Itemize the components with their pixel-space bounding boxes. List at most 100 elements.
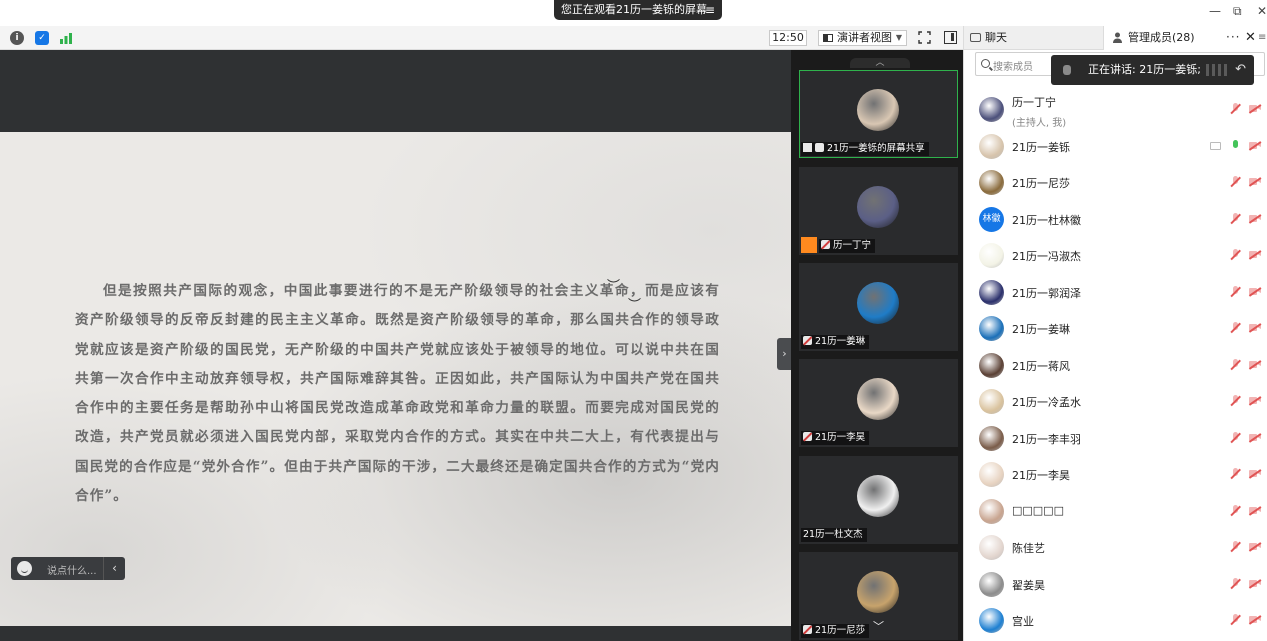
avatar bbox=[979, 316, 1004, 341]
shared-screen-area: 但是按照共产国际的观念，中国此事要进行的不是无产阶级领导的社会主义革命，而是应该… bbox=[0, 50, 791, 641]
expand-strip-handle[interactable]: › bbox=[777, 338, 792, 370]
camera-off-icon[interactable] bbox=[1248, 396, 1262, 406]
member-row[interactable]: □□□□□ bbox=[975, 493, 1265, 529]
close-panel-button[interactable]: ✕ bbox=[1245, 26, 1256, 49]
camera-off-icon[interactable] bbox=[1248, 213, 1262, 223]
strip-scroll-up-icon[interactable]: ︿ bbox=[850, 58, 910, 68]
avatar bbox=[857, 89, 899, 131]
microphone-muted-icon[interactable] bbox=[1230, 614, 1241, 626]
member-row[interactable]: 历一丁宁 (主持人, 我) bbox=[975, 91, 1265, 129]
member-row[interactable]: 21历一李丰羽 bbox=[975, 420, 1265, 456]
avatar bbox=[979, 571, 1004, 597]
layout-icon bbox=[823, 34, 833, 42]
member-row[interactable]: 宫业 bbox=[975, 602, 1265, 638]
camera-off-icon[interactable] bbox=[1248, 177, 1262, 187]
video-tile-name: 21历一姜琳 bbox=[815, 336, 866, 347]
microphone-muted-icon bbox=[803, 336, 812, 345]
microphone-muted-icon[interactable] bbox=[1230, 322, 1241, 334]
member-row[interactable]: 21历一蒋风 bbox=[975, 347, 1265, 383]
viewing-banner-text: 您正在观看21历一姜铄的屏幕 bbox=[561, 3, 707, 16]
microphone-muted-icon[interactable] bbox=[1230, 504, 1241, 517]
restore-button[interactable]: ⧉ bbox=[1233, 4, 1242, 19]
presentation-slide: 但是按照共产国际的观念，中国此事要进行的不是无产阶级领导的社会主义革命，而是应该… bbox=[0, 132, 791, 626]
shield-icon[interactable]: ✓ bbox=[35, 31, 49, 45]
collapse-chat-icon[interactable]: ‹ bbox=[103, 557, 125, 580]
minimize-button[interactable]: — bbox=[1209, 4, 1221, 18]
member-row[interactable]: 21历一尼莎 bbox=[975, 164, 1265, 200]
microphone-muted-icon[interactable] bbox=[1230, 431, 1241, 444]
member-row[interactable]: 21历一冯淑杰 bbox=[975, 237, 1265, 273]
member-name: 21历一冷孟水 bbox=[1012, 396, 1081, 409]
video-tile[interactable]: 历一丁宁 bbox=[799, 167, 958, 255]
camera-off-icon[interactable] bbox=[1248, 140, 1262, 150]
camera-off-icon[interactable] bbox=[1248, 359, 1262, 369]
video-tile-label: 21历一姜铄的屏幕共享 bbox=[801, 142, 929, 156]
member-row[interactable]: 21历一郭润泽 bbox=[975, 274, 1265, 310]
tab-members[interactable]: 管理成员(28) ··· ✕ bbox=[1103, 26, 1267, 50]
video-tile[interactable]: 21历一杜文杰 bbox=[799, 456, 958, 544]
chevron-down-icon[interactable]: ﹀ bbox=[873, 618, 884, 634]
microphone-muted-icon bbox=[803, 432, 812, 441]
toggle-panel-icon[interactable] bbox=[944, 31, 957, 44]
tab-members-label: 管理成员(28) bbox=[1128, 31, 1195, 44]
menu-icon[interactable]: ≡ bbox=[705, 0, 715, 20]
user-icon bbox=[1113, 32, 1122, 43]
speaker-view-dropdown[interactable]: 演讲者视图 ▼ bbox=[818, 30, 907, 46]
camera-off-icon[interactable] bbox=[1248, 286, 1262, 296]
camera-off-icon[interactable] bbox=[1248, 104, 1262, 114]
member-row[interactable]: 翟姜昊 bbox=[975, 566, 1265, 602]
microphone-muted-icon[interactable] bbox=[1230, 249, 1241, 261]
more-options-button[interactable]: ··· bbox=[1226, 26, 1240, 49]
member-row[interactable]: 21历一李昊 bbox=[975, 456, 1265, 492]
camera-off-icon[interactable] bbox=[1248, 432, 1262, 442]
info-icon[interactable]: i bbox=[10, 31, 24, 45]
avatar bbox=[857, 186, 899, 228]
member-name: 翟姜昊 bbox=[1012, 578, 1045, 592]
camera-off-icon[interactable] bbox=[1248, 578, 1262, 588]
video-tile[interactable]: 21历一李昊 bbox=[799, 359, 958, 447]
tab-chat[interactable]: 聊天 bbox=[964, 26, 1103, 50]
avatar bbox=[857, 571, 899, 613]
emoji-icon[interactable] bbox=[17, 561, 32, 576]
microphone-muted-icon[interactable] bbox=[1230, 541, 1241, 553]
microphone-muted-icon[interactable] bbox=[1230, 212, 1241, 225]
chat-input-box[interactable]: 说点什么... ‹ bbox=[11, 557, 125, 580]
member-row[interactable]: 21历一冷孟水 bbox=[975, 383, 1265, 419]
member-row[interactable]: 21历一姜铄 bbox=[975, 128, 1265, 164]
video-tile-label: 21历一李昊 bbox=[801, 431, 870, 445]
camera-off-icon[interactable] bbox=[1248, 542, 1262, 552]
member-row[interactable]: 陈佳艺 bbox=[975, 529, 1265, 565]
camera-off-icon[interactable] bbox=[1248, 505, 1262, 515]
search-placeholder: 搜索成员 bbox=[993, 62, 1033, 73]
undo-icon[interactable]: ↶ bbox=[1235, 55, 1246, 85]
fullscreen-icon[interactable] bbox=[918, 31, 931, 44]
microphone-muted-icon[interactable] bbox=[1230, 395, 1241, 407]
signal-strength-icon[interactable] bbox=[59, 31, 73, 45]
microphone-muted-icon[interactable] bbox=[1230, 285, 1241, 298]
microphone-muted-icon[interactable] bbox=[1230, 103, 1241, 115]
member-row[interactable]: 林徽 21历一杜林徽 bbox=[975, 201, 1265, 237]
video-tile-label: 21历一姜琳 bbox=[801, 335, 870, 349]
meeting-clock: 12:50 bbox=[769, 30, 807, 46]
microphone-muted-icon[interactable] bbox=[1230, 358, 1241, 371]
microphone-muted-icon[interactable] bbox=[1230, 468, 1241, 480]
search-icon bbox=[981, 59, 990, 68]
chat-placeholder: 说点什么... bbox=[47, 566, 97, 577]
video-tile[interactable]: 21历一姜铄的屏幕共享 bbox=[799, 70, 958, 158]
camera-off-icon[interactable] bbox=[1248, 469, 1262, 479]
member-row[interactable]: 21历一姜琳 bbox=[975, 310, 1265, 346]
viewing-screen-banner[interactable]: 您正在观看21历一姜铄的屏幕 ≡ bbox=[554, 0, 722, 20]
close-window-button[interactable]: ✕ bbox=[1257, 4, 1267, 18]
camera-off-icon[interactable] bbox=[1248, 250, 1262, 260]
video-tile[interactable]: 21历一姜琳 bbox=[799, 263, 958, 351]
microphone-icon[interactable] bbox=[1230, 139, 1240, 152]
camera-off-icon[interactable] bbox=[1248, 323, 1262, 333]
microphone-muted-icon[interactable] bbox=[1230, 577, 1241, 590]
hamburger-menu-icon[interactable]: ≡ bbox=[1258, 32, 1267, 43]
camera-off-icon[interactable] bbox=[1248, 615, 1262, 625]
microphone-muted-icon[interactable] bbox=[1230, 176, 1241, 188]
screen-share-icon bbox=[1210, 141, 1221, 150]
window-title-bar: 您正在观看21历一姜铄的屏幕 ≡ — ⧉ ✕ bbox=[0, 0, 1267, 26]
avatar bbox=[979, 608, 1004, 633]
member-name: 21历一姜铄 bbox=[1012, 140, 1070, 154]
